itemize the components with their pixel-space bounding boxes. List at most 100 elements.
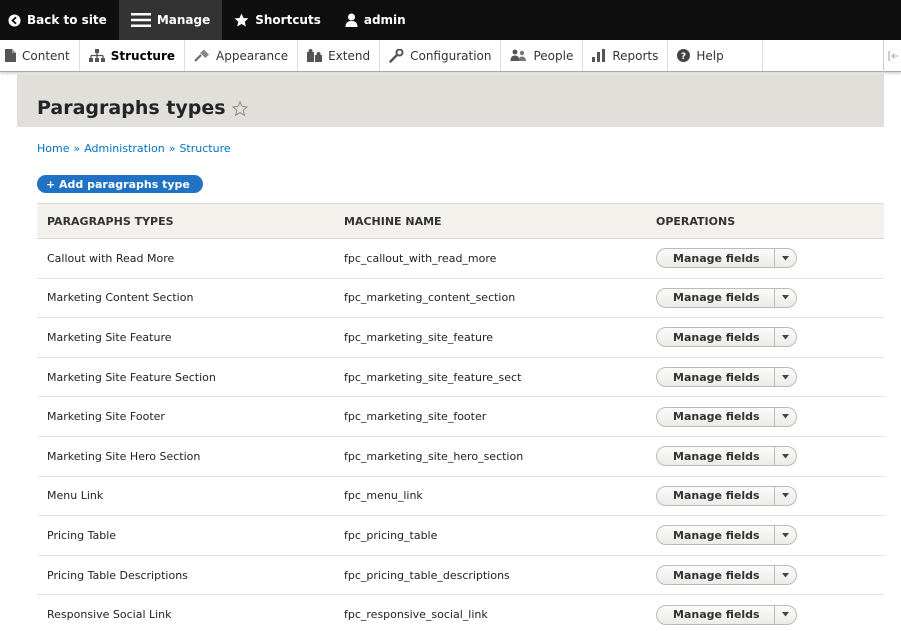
add-paragraphs-type-button[interactable]: + Add paragraphs type xyxy=(37,175,203,193)
people-icon xyxy=(510,49,527,61)
operations-dropbutton: Manage fields xyxy=(656,406,797,427)
manage-fields-button[interactable]: Manage fields xyxy=(657,249,774,267)
content-page-icon xyxy=(5,49,16,62)
tray-item-structure[interactable]: Structure xyxy=(80,40,186,71)
tray-item-configuration[interactable]: Configuration xyxy=(380,40,502,71)
tray-item-label: Appearance xyxy=(216,48,289,63)
operations-toggle[interactable] xyxy=(773,447,796,466)
operations-toggle[interactable] xyxy=(773,486,796,505)
manage-fields-button[interactable]: Manage fields xyxy=(657,606,774,624)
admin-toolbar: Back to site Manage Shortcuts admin xyxy=(0,0,901,40)
operations-dropbutton: Manage fields xyxy=(656,367,797,388)
chevron-down-icon xyxy=(781,414,789,419)
chevron-down-icon xyxy=(781,493,789,498)
operations-cell: Manage fields xyxy=(646,436,884,477)
operations-dropbutton: Manage fields xyxy=(656,485,797,506)
shortcuts-tab[interactable]: Shortcuts xyxy=(222,0,333,40)
user-icon xyxy=(345,13,358,27)
bar-chart-icon xyxy=(592,49,606,62)
user-tab[interactable]: admin xyxy=(333,0,418,40)
paragraph-machine-name: fpc_responsive_social_link xyxy=(334,594,646,631)
operations-dropbutton: Manage fields xyxy=(656,604,797,625)
manage-fields-button[interactable]: Manage fields xyxy=(657,408,774,426)
table-header-row: PARAGRAPHS TYPES MACHINE NAME OPERATIONS xyxy=(37,203,884,239)
tray-item-content[interactable]: Content xyxy=(0,40,80,71)
hamburger-icon xyxy=(130,13,151,27)
puzzle-icon xyxy=(307,49,323,62)
tray-item-people[interactable]: People xyxy=(501,40,584,71)
paragraphs-types-table: PARAGRAPHS TYPES MACHINE NAME OPERATIONS… xyxy=(37,203,884,631)
operations-cell: Manage fields xyxy=(646,396,884,437)
tray-item-label: Extend xyxy=(328,48,371,63)
tray-orientation-toggle[interactable] xyxy=(883,40,901,72)
paragraph-type-label: Marketing Site Feature Section xyxy=(37,357,334,398)
operations-toggle[interactable] xyxy=(773,407,796,426)
operations-toggle[interactable] xyxy=(773,368,796,387)
manage-fields-button[interactable]: Manage fields xyxy=(657,289,774,307)
shortcuts-label: Shortcuts xyxy=(255,13,321,27)
page-header: Paragraphs types xyxy=(17,74,884,127)
paintbrush-icon xyxy=(194,49,210,62)
paragraph-machine-name: fpc_marketing_site_feature xyxy=(334,317,646,358)
chevron-down-icon xyxy=(781,255,789,261)
back-arrow-icon xyxy=(8,13,21,27)
operations-toggle[interactable] xyxy=(773,566,796,585)
table-row: Callout with Read More fpc_callout_with_r… xyxy=(37,238,884,279)
operations-toggle[interactable] xyxy=(773,605,796,624)
paragraph-type-label: Marketing Site Footer xyxy=(37,396,334,437)
tray-item-label: Structure xyxy=(110,48,176,63)
operations-dropbutton: Manage fields xyxy=(656,565,797,586)
chevron-down-icon xyxy=(781,453,789,459)
table-row: Pricing Table Descriptions fpc_pricing_ta… xyxy=(37,555,884,596)
operations-toggle[interactable] xyxy=(773,288,796,307)
tray-item-extend[interactable]: Extend xyxy=(298,40,381,71)
chevron-down-icon xyxy=(781,334,789,340)
shortcut-star-icon[interactable] xyxy=(231,100,248,116)
paragraph-type-label: Pricing Table xyxy=(37,515,334,556)
operations-cell: Manage fields xyxy=(646,515,884,556)
tray-item-help[interactable]: ? Help xyxy=(668,40,763,71)
breadcrumb-separator: » xyxy=(168,142,176,155)
paragraph-machine-name: fpc_marketing_content_section xyxy=(334,278,646,319)
paragraph-type-label: Callout with Read More xyxy=(37,238,334,279)
manage-tab[interactable]: Manage xyxy=(118,0,223,40)
operations-cell: Manage fields xyxy=(646,278,884,319)
paragraph-type-label: Marketing Site Feature xyxy=(37,317,334,358)
operations-dropbutton: Manage fields xyxy=(656,287,797,308)
paragraph-type-label: Marketing Content Section xyxy=(37,278,334,319)
chevron-down-icon xyxy=(781,612,789,617)
operations-toggle[interactable] xyxy=(773,249,796,268)
manage-fields-button[interactable]: Manage fields xyxy=(657,328,774,346)
paragraph-type-label: Marketing Site Hero Section xyxy=(37,436,334,477)
breadcrumb-link-home[interactable]: Home xyxy=(37,142,69,155)
back-to-site-link[interactable]: Back to site xyxy=(0,0,119,40)
operations-toggle[interactable] xyxy=(773,526,796,545)
paragraph-machine-name: fpc_pricing_table_descriptions xyxy=(334,555,646,596)
page-title: Paragraphs types xyxy=(37,97,248,119)
star-filled-icon xyxy=(234,13,249,27)
chevron-down-icon xyxy=(781,295,789,300)
manage-fields-button[interactable]: Manage fields xyxy=(657,447,774,465)
tray-item-label: Help xyxy=(696,48,724,63)
manage-fields-button[interactable]: Manage fields xyxy=(657,566,774,584)
tray-item-label: Configuration xyxy=(410,48,492,63)
breadcrumb-link-administration[interactable]: Administration xyxy=(84,142,165,155)
column-header-paragraphs-types: PARAGRAPHS TYPES xyxy=(37,203,334,239)
operations-dropbutton: Manage fields xyxy=(656,327,797,348)
operations-cell: Manage fields xyxy=(646,357,884,398)
manage-fields-button[interactable]: Manage fields xyxy=(657,487,774,505)
breadcrumb-link-structure[interactable]: Structure xyxy=(179,142,230,155)
operations-toggle[interactable] xyxy=(773,328,796,347)
manage-fields-button[interactable]: Manage fields xyxy=(657,368,774,386)
chevron-down-icon xyxy=(781,572,789,578)
manage-fields-button[interactable]: Manage fields xyxy=(657,526,774,544)
chevron-down-icon xyxy=(781,374,789,380)
back-to-site-label: Back to site xyxy=(27,13,107,27)
paragraph-machine-name: fpc_marketing_site_footer xyxy=(334,396,646,437)
tray-item-appearance[interactable]: Appearance xyxy=(185,40,299,71)
wrench-icon xyxy=(389,48,404,63)
tray-item-reports[interactable]: Reports xyxy=(583,40,669,71)
paragraph-type-label: Menu Link xyxy=(37,476,334,517)
paragraph-machine-name: fpc_pricing_table xyxy=(334,515,646,556)
paragraph-type-label: Pricing Table Descriptions xyxy=(37,555,334,596)
